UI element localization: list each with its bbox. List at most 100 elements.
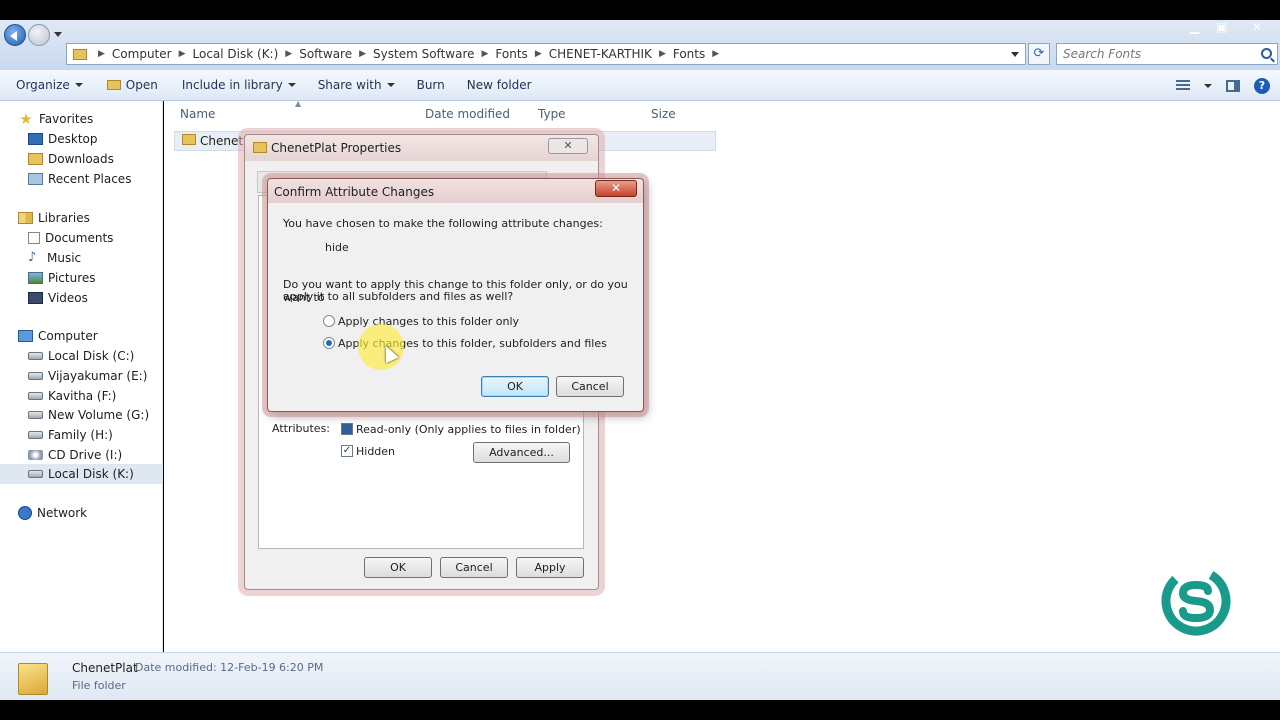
drive-icon [28, 411, 43, 419]
properties-title-bar[interactable]: ChenetPlat Properties ✕ [245, 135, 598, 161]
nav-label: Downloads [48, 152, 114, 166]
include-label: Include in library [181, 78, 283, 92]
new-folder-button[interactable]: New folder [459, 78, 540, 92]
nav-label: Computer [38, 329, 98, 343]
nav-drive-c[interactable]: Local Disk (C:) [28, 349, 134, 363]
column-header-type[interactable]: Type [538, 107, 566, 121]
confirm-title-bar[interactable]: Confirm Attribute Changes ✕ [268, 179, 643, 203]
nav-favorites[interactable]: ★ Favorites [18, 112, 93, 127]
readonly-checkbox[interactable] [341, 423, 353, 435]
organize-label: Organize [16, 78, 70, 92]
nav-music[interactable]: ♪ Music [28, 251, 81, 265]
close-button[interactable]: ✕ [595, 180, 637, 197]
ok-button[interactable]: OK [481, 376, 549, 397]
details-pane: ChenetPlat Date modified: 12-Feb-19 6:20… [0, 652, 1280, 700]
nav-label: Local Disk (K:) [48, 467, 134, 481]
breadcrumb-separator[interactable]: ▶ [712, 49, 719, 59]
folder-only-label[interactable]: Apply changes to this folder only [338, 315, 519, 328]
help-icon[interactable]: ? [1254, 77, 1270, 94]
nav-drive-h[interactable]: Family (H:) [28, 428, 113, 442]
chevron-down-icon [74, 83, 83, 91]
minimize-button[interactable]: ▁ [1190, 20, 1199, 34]
column-header-date-modified[interactable]: Date modified [425, 107, 510, 121]
maximize-button[interactable]: ▣ [1216, 20, 1227, 34]
drive-icon [28, 470, 43, 478]
search-input[interactable]: Search Fonts [1056, 43, 1278, 65]
share-with-button[interactable]: Share with [310, 78, 403, 92]
hidden-checkbox[interactable]: ✓ [341, 445, 353, 457]
drive-icon [28, 431, 43, 439]
breadcrumb-separator[interactable]: ▶ [179, 49, 186, 59]
drive-icon [28, 392, 43, 400]
nav-pictures[interactable]: Pictures [28, 271, 96, 285]
nav-label: Desktop [48, 132, 98, 146]
breadcrumb-separator[interactable]: ▶ [659, 49, 666, 59]
close-button[interactable]: ✕ [548, 138, 588, 154]
nav-drive-g[interactable]: New Volume (G:) [28, 408, 149, 422]
confirm-title: Confirm Attribute Changes [274, 185, 435, 199]
nav-downloads[interactable]: Downloads [28, 152, 114, 166]
nav-label: Documents [45, 231, 114, 245]
burn-label: Burn [416, 78, 445, 92]
nav-recent-places[interactable]: Recent Places [28, 172, 131, 186]
breadcrumb-computer[interactable]: Computer [112, 47, 172, 61]
search-icon[interactable] [1261, 48, 1272, 59]
column-header-size[interactable]: Size [651, 107, 676, 121]
preview-pane-icon[interactable] [1226, 79, 1240, 92]
documents-icon [28, 232, 40, 244]
breadcrumb-local-disk-k[interactable]: Local Disk (K:) [193, 47, 279, 61]
desktop-icon [28, 133, 43, 145]
cancel-button[interactable]: Cancel [556, 376, 624, 397]
chevron-down-icon [386, 83, 395, 91]
refresh-button[interactable]: ⟳ [1028, 43, 1050, 65]
apply-button[interactable]: Apply [516, 557, 584, 578]
nav-drive-e[interactable]: Vijayakumar (E:) [28, 369, 147, 383]
open-button[interactable]: Open [99, 78, 166, 92]
breadcrumb-system-software[interactable]: System Software [373, 47, 474, 61]
nav-drive-k[interactable]: Local Disk (K:) [28, 467, 134, 481]
nav-network[interactable]: Network [18, 506, 87, 520]
breadcrumb-chenet-karthik[interactable]: CHENET-KARTHIK [549, 47, 652, 61]
advanced-button[interactable]: Advanced... [473, 442, 570, 463]
breadcrumb-separator[interactable]: ▶ [535, 49, 542, 59]
nav-drive-f[interactable]: Kavitha (F:) [28, 389, 116, 403]
folder-subfolders-radio[interactable] [323, 337, 335, 349]
forward-button[interactable] [28, 24, 50, 46]
nav-desktop[interactable]: Desktop [28, 132, 98, 146]
column-header-name[interactable]: Name [180, 107, 215, 121]
include-in-library-button[interactable]: Include in library [174, 78, 304, 92]
nav-label: CD Drive (I:) [48, 448, 123, 462]
readonly-label: Read-only (Only applies to files in fold… [356, 423, 581, 436]
details-name: ChenetPlat [72, 661, 138, 675]
breadcrumb-separator[interactable]: ▶ [359, 49, 366, 59]
libraries-icon [18, 212, 33, 224]
chevron-down-icon [287, 83, 296, 91]
breadcrumb-software[interactable]: Software [299, 47, 352, 61]
nav-documents[interactable]: Documents [28, 231, 113, 245]
breadcrumb-fonts[interactable]: Fonts [495, 47, 527, 61]
breadcrumb-separator[interactable]: ▶ [285, 49, 292, 59]
organize-button[interactable]: Organize [0, 78, 91, 92]
details-date-modified: Date modified: 12-Feb-19 6:20 PM [135, 661, 324, 674]
nav-drive-i[interactable]: CD Drive (I:) [28, 448, 122, 462]
breadcrumb-separator[interactable]: ▶ [98, 49, 105, 59]
ok-button[interactable]: OK [364, 557, 432, 578]
nav-libraries[interactable]: Libraries [18, 211, 90, 225]
folder-only-radio[interactable] [323, 315, 335, 327]
cancel-button[interactable]: Cancel [440, 557, 508, 578]
views-icon[interactable] [1176, 79, 1190, 92]
nav-computer[interactable]: Computer [18, 329, 98, 343]
confirm-attribute-changes-dialog: Confirm Attribute Changes ✕ You have cho… [267, 178, 644, 412]
nav-label: Videos [48, 291, 88, 305]
back-button[interactable] [4, 24, 26, 46]
address-dropdown-icon[interactable] [1011, 51, 1019, 61]
nav-label: Vijayakumar (E:) [48, 369, 148, 383]
close-window-button[interactable]: ✕ [1252, 20, 1262, 34]
burn-button[interactable]: Burn [409, 78, 453, 92]
nav-videos[interactable]: Videos [28, 291, 88, 305]
views-dropdown-icon[interactable] [1204, 83, 1212, 92]
breadcrumb-fonts-current[interactable]: Fonts [673, 47, 705, 61]
breadcrumb-separator[interactable]: ▶ [482, 49, 489, 59]
breadcrumb[interactable]: ▶ Computer ▶ Local Disk (K:) ▶ Software … [66, 43, 1026, 65]
recent-pages-dropdown[interactable] [54, 32, 62, 41]
